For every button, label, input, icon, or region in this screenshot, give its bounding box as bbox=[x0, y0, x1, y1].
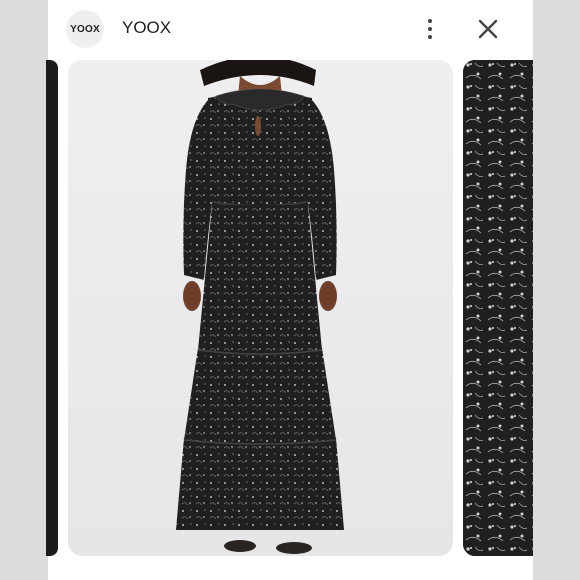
next-image-peek[interactable] bbox=[463, 60, 533, 556]
left-side-strip bbox=[0, 0, 48, 580]
close-icon[interactable] bbox=[476, 17, 500, 41]
more-vert-icon[interactable] bbox=[422, 14, 438, 44]
right-side-strip bbox=[533, 0, 580, 580]
previous-image-peek[interactable] bbox=[46, 60, 58, 556]
product-image[interactable] bbox=[68, 60, 453, 556]
store-logo-text: YOOX bbox=[70, 23, 100, 35]
header: YOOX YOOX bbox=[48, 0, 533, 58]
store-name[interactable]: YOOX bbox=[122, 18, 171, 38]
store-logo: YOOX bbox=[66, 10, 104, 48]
